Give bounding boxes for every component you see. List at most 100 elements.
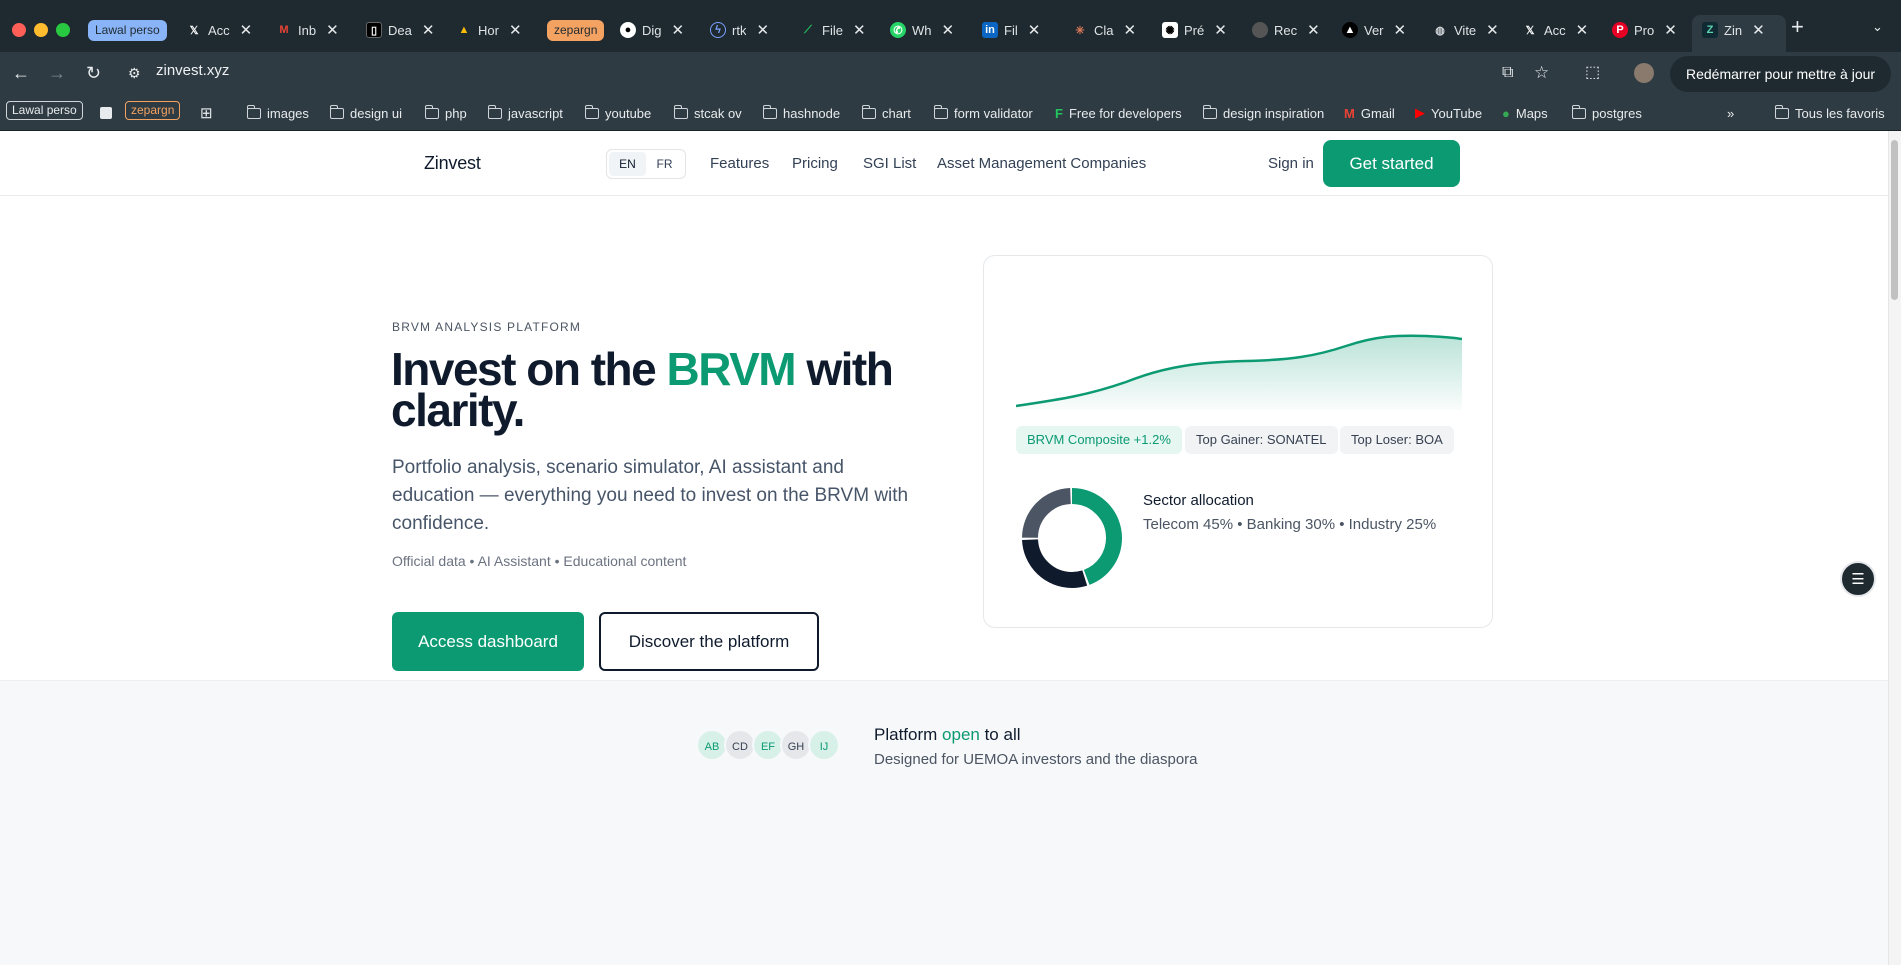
browser-tab[interactable]: ● Dig ✕: [620, 17, 684, 43]
access-dashboard-button[interactable]: Access dashboard: [392, 612, 584, 671]
bookmark-link[interactable]: ▶ YouTube: [1415, 104, 1482, 122]
bookmark-link[interactable]: M Gmail: [1344, 104, 1395, 122]
browser-tab[interactable]: ▯ Dea ✕: [366, 17, 434, 43]
scrollbar-thumb[interactable]: [1891, 140, 1898, 300]
bookmark-group-chip[interactable]: Lawal perso: [6, 101, 83, 120]
address-bar[interactable]: zinvest.xyz: [156, 62, 229, 79]
close-tab-icon[interactable]: ✕: [853, 21, 866, 39]
free-for-dev-icon: F: [1055, 105, 1063, 121]
get-started-button[interactable]: Get started: [1323, 140, 1460, 187]
profile-avatar[interactable]: [1634, 63, 1654, 83]
browser-tab-active[interactable]: Z Zin ✕: [1702, 17, 1765, 43]
close-tab-icon[interactable]: ✕: [1307, 21, 1320, 39]
folder-icon: [762, 104, 777, 119]
browser-tab[interactable]: ▲ Hor ✕: [456, 17, 522, 43]
close-tab-icon[interactable]: ✕: [1214, 21, 1227, 39]
apps-grid-icon[interactable]: ⊞: [200, 104, 213, 122]
bookmark-folder[interactable]: images: [246, 104, 309, 122]
zinvest-icon: Z: [1702, 22, 1718, 38]
reload-icon[interactable]: ↻: [86, 62, 101, 84]
bookmark-folder[interactable]: chart: [861, 104, 911, 122]
nav-link-features[interactable]: Features: [710, 155, 769, 172]
close-tab-icon[interactable]: ✕: [422, 21, 435, 39]
bookmark-group-chip[interactable]: zepargn: [125, 101, 181, 120]
close-tab-icon[interactable]: ✕: [1486, 21, 1499, 39]
install-app-icon[interactable]: ⧉: [1502, 62, 1513, 84]
bookmark-folder[interactable]: youtube: [584, 104, 651, 122]
top-loser-badge: Top Loser: BOA: [1340, 426, 1454, 454]
folder-icon: [487, 104, 502, 119]
headline-accent: BRVM: [666, 343, 796, 395]
new-tab-button[interactable]: +: [1791, 16, 1804, 38]
bookmark-page-icon[interactable]: [100, 104, 112, 122]
tab-group-chip[interactable]: Lawal perso: [88, 20, 167, 41]
close-tab-icon[interactable]: ✕: [942, 21, 955, 39]
folder-icon: [861, 104, 876, 119]
browser-tab[interactable]: 𝕏 Acc ✕: [186, 17, 253, 43]
globe-icon: ◍: [1435, 24, 1445, 37]
back-arrow-icon[interactable]: ←: [12, 62, 30, 84]
close-tab-icon[interactable]: ✕: [1124, 21, 1137, 39]
bookmarks-overflow-button[interactable]: »: [1727, 104, 1734, 122]
bookmark-folder[interactable]: postgres: [1571, 104, 1642, 122]
bookmark-folder[interactable]: javascript: [487, 104, 563, 122]
close-tab-icon[interactable]: ✕: [509, 21, 522, 39]
nav-link-pricing[interactable]: Pricing: [792, 155, 838, 172]
browser-tab[interactable]: in Fil ✕: [982, 17, 1040, 43]
x-logo-icon: 𝕏: [1525, 24, 1535, 37]
all-bookmarks-folder[interactable]: Tous les favoris: [1774, 104, 1885, 122]
sign-in-link[interactable]: Sign in: [1268, 155, 1314, 172]
bookmark-folder[interactable]: design ui: [329, 104, 402, 122]
bookmark-link[interactable]: F Free for developers: [1055, 104, 1182, 122]
bookmark-folder[interactable]: php: [424, 104, 467, 122]
lang-en-button[interactable]: EN: [609, 152, 646, 176]
close-tab-icon[interactable]: ✕: [1028, 21, 1041, 39]
browser-tab[interactable]: ✳ Cla ✕: [1072, 17, 1136, 43]
close-tab-icon[interactable]: ✕: [1576, 21, 1589, 39]
browser-tab[interactable]: M Inb ✕: [276, 17, 339, 43]
browser-tab[interactable]: 𝕏 Acc ✕: [1522, 17, 1589, 43]
ai-assistant-fab[interactable]: ☰: [1840, 561, 1876, 597]
extensions-icon[interactable]: ⬚: [1585, 62, 1600, 84]
forward-arrow-icon[interactable]: →: [48, 62, 66, 84]
bookmark-link[interactable]: ● Maps: [1502, 104, 1548, 122]
close-tab-icon[interactable]: ✕: [756, 21, 769, 39]
hero-lead: Portfolio analysis, scenario simulator, …: [392, 457, 909, 534]
restart-update-button[interactable]: Redémarrer pour mettre à jour: [1670, 56, 1892, 92]
close-tab-icon[interactable]: ✕: [240, 21, 253, 39]
bookmark-folder[interactable]: design inspiration: [1202, 104, 1324, 122]
discover-platform-button[interactable]: Discover the platform: [599, 612, 819, 671]
browser-tab[interactable]: ✺ Pré ✕: [1162, 17, 1227, 43]
hero-meta: Official data • AI Assistant • Education…: [392, 553, 687, 569]
tab-group-chip[interactable]: zepargn: [547, 20, 605, 41]
nav-link-sgi-list[interactable]: SGI List: [863, 155, 916, 172]
web-page: Zinvest EN FR Features Pricing SGI List …: [0, 131, 1888, 965]
drive-icon: ▲: [458, 24, 470, 36]
close-tab-icon[interactable]: ✕: [1664, 21, 1677, 39]
bookmark-folder[interactable]: hashnode: [762, 104, 840, 122]
browser-tab[interactable]: ✆ Wh ✕: [890, 17, 954, 43]
nav-link-asset-management[interactable]: Asset Management Companies: [937, 155, 1146, 172]
lang-fr-button[interactable]: FR: [646, 152, 683, 176]
bookmark-star-icon[interactable]: ☆: [1534, 62, 1549, 84]
browser-tab[interactable]: ▲ Ver ✕: [1342, 17, 1406, 43]
site-logo[interactable]: Zinvest: [424, 153, 481, 174]
browser-tab[interactable]: Rec ✕: [1252, 17, 1320, 43]
gmail-icon: M: [1344, 105, 1355, 121]
minimize-window-button[interactable]: [34, 23, 48, 37]
browser-tab[interactable]: ϟ rtk ✕: [710, 17, 769, 43]
close-tab-icon[interactable]: ✕: [672, 21, 685, 39]
tab-search-icon[interactable]: ⌄: [1872, 16, 1883, 38]
close-window-button[interactable]: [12, 23, 26, 37]
close-tab-icon[interactable]: ✕: [326, 21, 339, 39]
maximize-window-button[interactable]: [56, 23, 70, 37]
bookmark-folder[interactable]: stcak ov: [673, 104, 742, 122]
claude-icon: ✳: [1075, 24, 1085, 37]
bookmark-folder[interactable]: form validator: [933, 104, 1033, 122]
browser-tab[interactable]: ◍ Vite ✕: [1432, 17, 1499, 43]
close-tab-icon[interactable]: ✕: [1394, 21, 1407, 39]
site-settings-icon[interactable]: ⚙: [128, 62, 141, 84]
browser-tab[interactable]: P Pro ✕: [1612, 17, 1677, 43]
close-tab-icon[interactable]: ✕: [1752, 21, 1765, 39]
browser-tab[interactable]: ⟋ File ✕: [800, 17, 866, 43]
